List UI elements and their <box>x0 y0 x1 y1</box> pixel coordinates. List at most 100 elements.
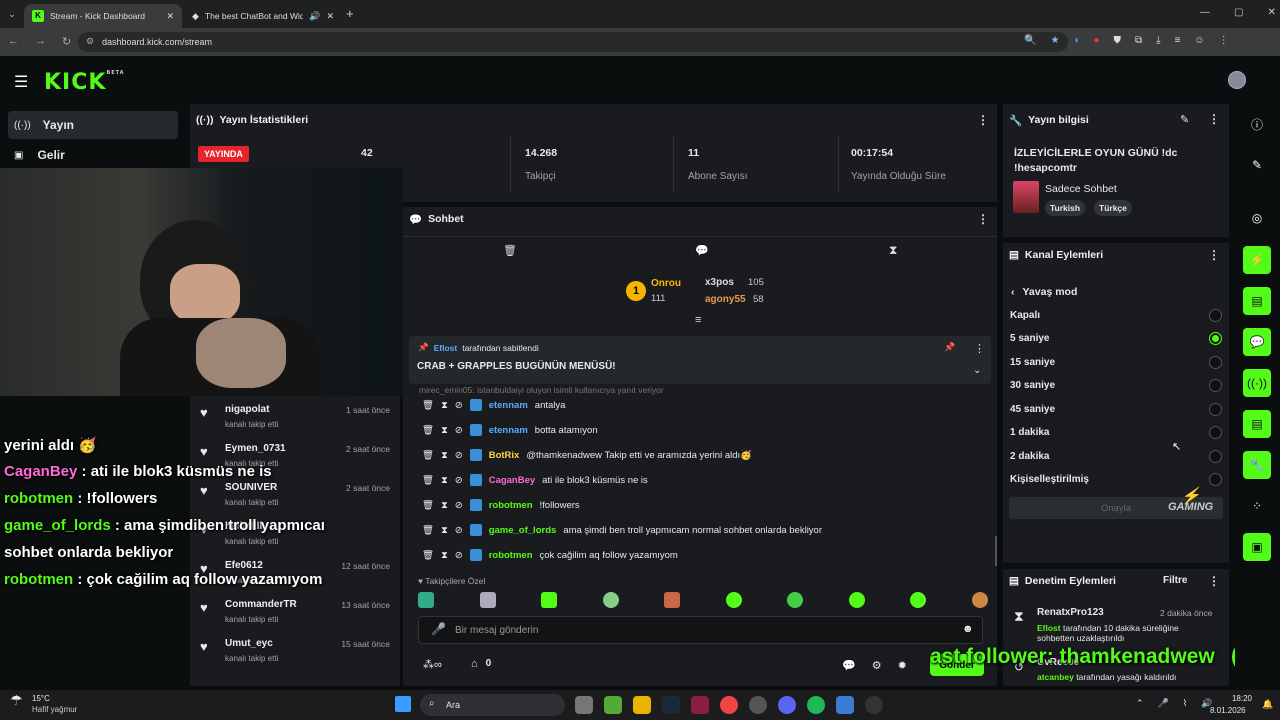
delete-icon[interactable]: 🗑 <box>422 475 434 486</box>
windows-start-icon[interactable] <box>395 696 411 712</box>
chat-message[interactable]: 🗑 ⧗ ⊘ robotmen !followers <box>422 499 580 511</box>
emote-icon[interactable] <box>602 592 619 608</box>
slow-mode-option[interactable]: Kapalı <box>1010 305 1222 325</box>
chevron-up-icon[interactable]: ⌃ <box>1136 698 1144 709</box>
broadcast-icon[interactable]: ((·)) <box>1243 369 1271 397</box>
hamburger-icon[interactable]: ☰ <box>14 72 28 92</box>
media-icon[interactable]: ≡ <box>1175 35 1181 46</box>
url-field[interactable]: dashboard.kick.com/stream <box>78 32 1068 52</box>
wifi-icon[interactable]: ⌇ <box>1183 698 1187 709</box>
unpin-icon[interactable]: 📌 <box>944 342 955 353</box>
chat-bubble-icon[interactable]: 💬 <box>1243 328 1271 356</box>
chat-more-icon[interactable]: ⋮ <box>977 212 989 226</box>
users-icon[interactable]: ⁂∞ <box>423 658 442 671</box>
ban-icon[interactable]: ⊘ <box>455 450 463 461</box>
delete-icon[interactable]: 🗑 <box>422 400 434 411</box>
site-info-icon[interactable]: ⚙ <box>86 36 94 47</box>
emote-icon[interactable] <box>725 592 742 608</box>
ban-icon[interactable]: ⊘ <box>455 550 463 561</box>
tab-search-icon[interactable]: ⌄ <box>4 6 20 22</box>
timeout-icon[interactable]: ⧗ <box>441 450 448 461</box>
slow-mode-option[interactable]: 15 saniye <box>1010 352 1222 372</box>
radio-button[interactable] <box>1209 426 1222 439</box>
app-icon[interactable] <box>691 696 709 714</box>
radio-button[interactable] <box>1209 449 1222 463</box>
nav-item-yayin[interactable]: ((·)) Yayın <box>8 111 178 139</box>
edit-icon[interactable]: ✎ <box>1180 113 1189 126</box>
extension-icon[interactable]: ● <box>1093 35 1099 46</box>
info-icon[interactable]: ⓘ <box>1243 110 1271 138</box>
timeout-icon[interactable]: ⧗ <box>441 550 448 561</box>
stream-info-more-icon[interactable]: ⋮ <box>1208 112 1220 126</box>
emote-icon[interactable] <box>479 592 496 608</box>
chat-input[interactable]: Bir mesaj gönderin <box>418 616 983 644</box>
app-icon[interactable] <box>749 696 767 714</box>
new-tab-icon[interactable]: + <box>346 6 354 21</box>
slow-mode-option[interactable]: 30 saniye <box>1010 376 1222 396</box>
slow-mode-option[interactable]: 5 saniye <box>1010 329 1222 349</box>
radio-button[interactable] <box>1209 379 1222 392</box>
bot-icon[interactable]: ✹ <box>898 659 907 672</box>
taskbar-search[interactable]: Ara <box>420 694 565 716</box>
timeout-icon[interactable]: ⧗ <box>441 475 448 486</box>
close-icon[interactable]: ✕ <box>166 11 174 22</box>
avatar[interactable] <box>1228 71 1246 89</box>
chat-username[interactable]: etennam <box>489 400 528 411</box>
extension-icon[interactable]: ◖ <box>1073 35 1079 46</box>
chat-message[interactable]: 🗑 ⧗ ⊘ BotRix @thamkenadwew Takip etti ve ara… <box>422 449 752 461</box>
chrome-icon[interactable] <box>720 696 738 714</box>
chat-username[interactable]: etennam <box>489 425 528 436</box>
chat-bubble-icon[interactable]: 💬 <box>842 659 856 672</box>
delete-icon[interactable]: 🗑 <box>422 550 434 561</box>
discord-icon[interactable] <box>778 696 796 714</box>
chat-message[interactable]: 🗑 ⧗ ⊘ etennam antalya <box>422 399 565 411</box>
kick-logo[interactable]: KICKBETA <box>44 70 125 95</box>
dots-icon[interactable]: ⁘ <box>1243 492 1271 520</box>
chat-username[interactable]: robotmen <box>489 500 533 511</box>
chat-username[interactable]: game_of_lords <box>489 525 557 536</box>
moderation-more-icon[interactable]: ⋮ <box>1208 574 1220 588</box>
chat-message[interactable]: 🗑 ⧗ ⊘ CaganBey ati ile blok3 küsmüs ne is <box>422 474 648 486</box>
timeout-icon[interactable]: ⧗ <box>441 500 448 511</box>
spotify-icon[interactable] <box>807 696 825 714</box>
delete-icon[interactable]: 🗑 <box>422 525 434 536</box>
emoji-icon[interactable]: ☻ <box>962 623 974 635</box>
stats-more-icon[interactable]: ⋮ <box>977 113 989 127</box>
radio-button[interactable] <box>1209 473 1222 486</box>
delete-icon[interactable]: 🗑 <box>422 450 434 461</box>
gear-icon[interactable]: ⚙ <box>872 659 882 672</box>
microphone-icon[interactable]: 🎤 <box>431 622 446 636</box>
zoom-icon[interactable]: 🔍 <box>1024 35 1036 46</box>
profile-icon[interactable]: ☺ <box>1194 35 1204 46</box>
tab-chatbot[interactable]: ◆ The best ChatBot and Widg 🔊 ✕ <box>184 4 342 28</box>
slow-mode-option[interactable]: 45 saniye <box>1010 399 1222 419</box>
slow-mode-option[interactable]: 1 dakika <box>1010 423 1222 443</box>
lightning-icon[interactable]: ⚡ <box>1243 246 1271 274</box>
minecraft-icon[interactable] <box>604 696 622 714</box>
radio-button[interactable] <box>1209 308 1222 322</box>
emote-icon[interactable] <box>910 592 927 608</box>
ban-icon[interactable]: ⊘ <box>455 425 463 436</box>
back-icon[interactable]: ← <box>8 35 19 48</box>
shield-icon[interactable]: ⛊ <box>1114 35 1122 46</box>
app-icon[interactable] <box>836 696 854 714</box>
pen-icon[interactable]: ✎ <box>1243 151 1271 179</box>
app-icon[interactable]: ▣ <box>1243 533 1271 561</box>
slow-mode-back[interactable]: ‹ Yavaş mod <box>1011 286 1077 298</box>
notification-icon[interactable]: 🔔 <box>1262 699 1273 710</box>
menu-icon[interactable]: ⋮ <box>1219 35 1229 46</box>
slow-mode-option[interactable]: Kişiselleştirilmiş <box>1010 470 1222 490</box>
mic-icon[interactable]: 🎤 <box>1158 698 1169 709</box>
chat-message[interactable]: 🗑 ⧗ ⊘ robotmen çok cağilim aq follow yazamıy… <box>422 549 678 561</box>
close-icon[interactable]: ✕ <box>326 11 334 22</box>
chat-scrollbar[interactable] <box>995 536 997 566</box>
ban-icon[interactable]: ⊘ <box>455 400 463 411</box>
chat-username[interactable]: CaganBey <box>489 475 535 486</box>
chat-message[interactable]: 🗑 ⧗ ⊘ game_of_lords ama şimdi ben troll yapm… <box>422 524 822 536</box>
nav-item-gelir[interactable]: ▣ Gelir <box>8 142 178 168</box>
emote-icon[interactable] <box>971 592 988 608</box>
chat-username[interactable]: robotmen <box>489 550 533 561</box>
radio-button[interactable] <box>1209 332 1222 345</box>
tab-kick-dashboard[interactable]: K Stream - Kick Dashboard ✕ <box>24 4 182 28</box>
chat-message[interactable]: 🗑 ⧗ ⊘ etennam botta atamıyon <box>422 424 598 436</box>
